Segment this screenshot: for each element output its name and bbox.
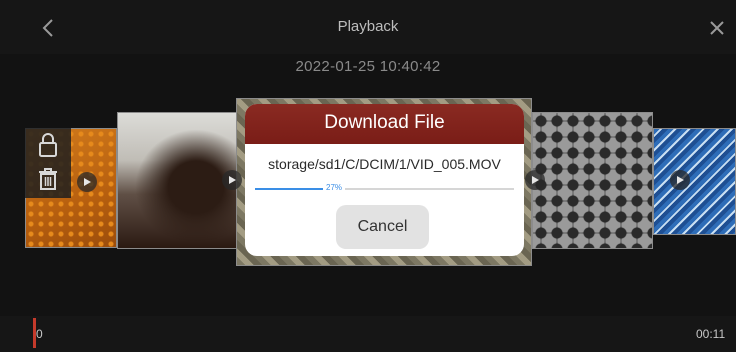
trash-icon[interactable] <box>37 166 59 192</box>
dialog-header: Download File <box>245 104 524 144</box>
play-icon[interactable] <box>222 170 242 190</box>
video-thumbnail[interactable] <box>653 128 736 235</box>
file-actions-panel <box>25 128 71 198</box>
play-icon[interactable] <box>670 170 690 190</box>
file-path: storage/sd1/C/DCIM/1/VID_005.MOV <box>268 156 501 172</box>
cancel-button[interactable]: Cancel <box>336 205 429 249</box>
dialog-title: Download File <box>324 112 445 133</box>
download-progress-bar <box>255 188 514 190</box>
recording-datetime: 2022-01-25 10:40:42 <box>295 58 441 75</box>
top-bar: Playback <box>0 0 736 54</box>
download-dialog: Download File storage/sd1/C/DCIM/1/VID_0… <box>245 104 524 256</box>
timeline-bar[interactable] <box>0 316 736 352</box>
video-thumbnail[interactable] <box>117 112 239 249</box>
time-end: 00:11 <box>696 327 726 341</box>
close-icon <box>710 21 724 35</box>
progress-percent: 27% <box>323 183 346 192</box>
progress-fill <box>255 188 325 190</box>
close-button[interactable] <box>704 14 730 42</box>
playback-screen: Playback 2022-01-25 10:40:42 Download Fi… <box>0 0 736 352</box>
play-icon[interactable] <box>77 172 97 192</box>
lock-icon[interactable] <box>37 132 59 158</box>
play-icon[interactable] <box>525 170 545 190</box>
page-title: Playback <box>337 18 399 35</box>
time-start: 0 <box>36 327 43 341</box>
video-thumbnail[interactable] <box>532 112 653 249</box>
